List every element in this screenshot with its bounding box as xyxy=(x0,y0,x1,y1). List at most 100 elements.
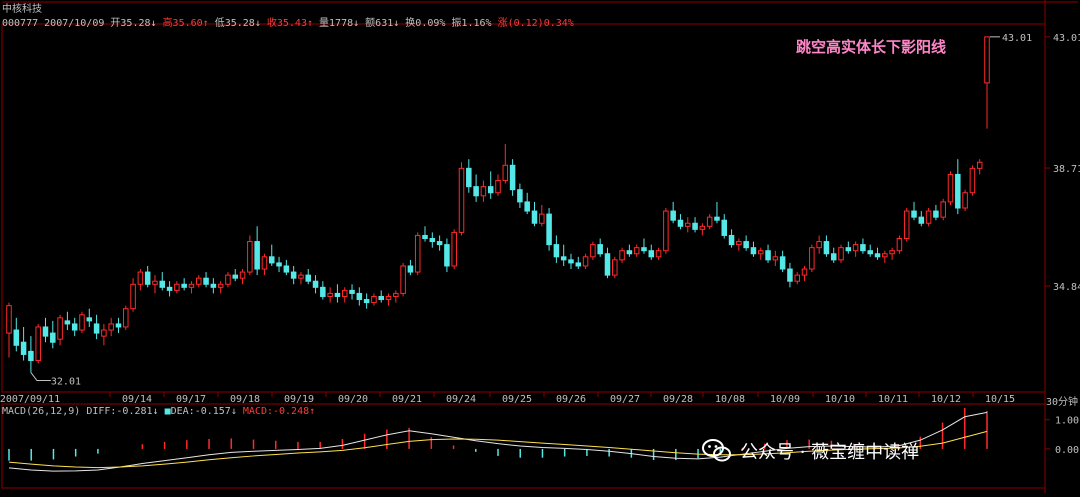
candle-down xyxy=(531,210,538,224)
candle-up xyxy=(976,161,983,169)
candle-up xyxy=(188,283,195,288)
macd-name: MACD(26,12,9) xyxy=(2,406,81,417)
candle-up xyxy=(706,216,713,227)
candle-down xyxy=(823,241,830,255)
candle-down xyxy=(334,292,341,297)
candle-down xyxy=(648,250,655,258)
stock-name: 中核科技 xyxy=(2,4,42,15)
candle-up xyxy=(130,283,136,310)
x-date-label: 10/09 xyxy=(770,394,800,405)
candle-up xyxy=(619,250,625,261)
candle-down xyxy=(911,210,917,218)
candle-up xyxy=(385,295,392,301)
candle-down xyxy=(487,186,494,194)
candle-up xyxy=(502,164,509,182)
x-date-label: 09/25 xyxy=(502,394,532,405)
candle-down xyxy=(626,250,633,255)
macd-diff: DIFF:-0.281↓ xyxy=(86,406,159,417)
candle-down xyxy=(166,286,173,291)
candle-down xyxy=(568,259,574,264)
candle-up xyxy=(539,213,545,224)
x-date-label: 09/27 xyxy=(610,394,640,405)
candle-down xyxy=(830,253,837,261)
price-tick-label: 34.84 xyxy=(1053,282,1080,293)
x-date-label: 09/26 xyxy=(556,394,586,405)
x-date-label: 10/10 xyxy=(825,394,855,405)
candle-up xyxy=(35,326,41,362)
price-tick-label: 38.71 xyxy=(1053,164,1080,175)
candle-up xyxy=(451,231,457,267)
wechat-icon xyxy=(702,439,731,462)
candle-up xyxy=(962,192,968,209)
candle-up xyxy=(79,314,85,331)
candle-up xyxy=(852,244,859,252)
candle-up xyxy=(633,247,640,255)
quote-bar: 000777 2007/10/09 开35.28↓ 高35.60↑ 低35.28… xyxy=(2,14,574,29)
candle-up xyxy=(341,289,348,297)
candle-up xyxy=(757,250,764,255)
candle-down xyxy=(283,265,290,273)
candle-down xyxy=(765,250,771,261)
candle-up xyxy=(882,253,888,258)
close-price: 收35.43↑ xyxy=(266,18,313,29)
change: 涨(0.12)0.34% xyxy=(497,18,574,29)
candle-down xyxy=(750,247,757,255)
watermark: 公众号 · 薇宝缠中读禅 xyxy=(702,438,919,464)
x-date-label: 2007/09/11 xyxy=(0,394,60,405)
candle-up xyxy=(663,210,669,252)
candle-up xyxy=(298,274,304,279)
candle-up xyxy=(896,238,903,252)
candle-down xyxy=(254,241,260,270)
candle-up xyxy=(239,271,246,279)
candle-down xyxy=(553,244,560,258)
candle-up xyxy=(801,268,808,276)
macd-dea: DEA:-0.157↓ xyxy=(170,406,237,417)
candle-down xyxy=(560,256,567,261)
x-date-label: 10/08 xyxy=(715,394,745,405)
candle-down xyxy=(845,247,852,252)
candle-down xyxy=(874,253,881,258)
candle-down xyxy=(320,286,326,297)
candle-down xyxy=(28,350,34,362)
candle-up xyxy=(794,274,801,282)
candle-down xyxy=(787,268,793,282)
candle-down xyxy=(363,299,370,304)
candle-up xyxy=(772,256,779,261)
amount: 额631↓ xyxy=(365,18,400,29)
candle-down xyxy=(13,329,20,346)
candle-down xyxy=(517,189,523,203)
pattern-annotation: 跳空高实体长下影阳线 xyxy=(796,38,947,56)
candle-up xyxy=(903,210,910,240)
candle-down xyxy=(597,244,603,255)
x-date-label: 10/15 xyxy=(985,394,1015,405)
high-marker-label: 43.01 xyxy=(1002,33,1032,44)
candle-down xyxy=(159,280,166,288)
candle-up xyxy=(655,250,662,258)
candle-up xyxy=(123,308,129,328)
candle-down xyxy=(268,256,275,264)
candle-down xyxy=(524,201,530,212)
candle-down xyxy=(422,234,428,240)
chart-stage: 43.01 38.71 34.84 43.01 32.01 2007/09/11 09/14… xyxy=(0,0,1080,493)
candle-down xyxy=(444,244,450,267)
candle-down xyxy=(918,216,925,224)
candle-up xyxy=(889,250,895,255)
x-date-label: 09/24 xyxy=(446,394,476,405)
x-date-label: 09/18 xyxy=(230,394,260,405)
candle-down xyxy=(604,253,611,276)
period-label[interactable]: 30分钟 xyxy=(1046,393,1078,408)
candle-up xyxy=(925,210,932,224)
candle-down xyxy=(20,341,27,355)
x-date-label: 10/11 xyxy=(878,394,908,405)
candle-up xyxy=(174,283,180,291)
candle-up xyxy=(684,222,691,227)
candle-up xyxy=(458,167,465,233)
candle-up xyxy=(261,256,268,270)
candle-down xyxy=(64,320,71,325)
candle-down xyxy=(546,213,552,246)
volume: 量1778↓ xyxy=(319,18,360,29)
candle-down xyxy=(349,289,355,294)
candle-down xyxy=(203,277,209,285)
candle-down xyxy=(407,265,414,273)
candle-up xyxy=(969,167,976,194)
